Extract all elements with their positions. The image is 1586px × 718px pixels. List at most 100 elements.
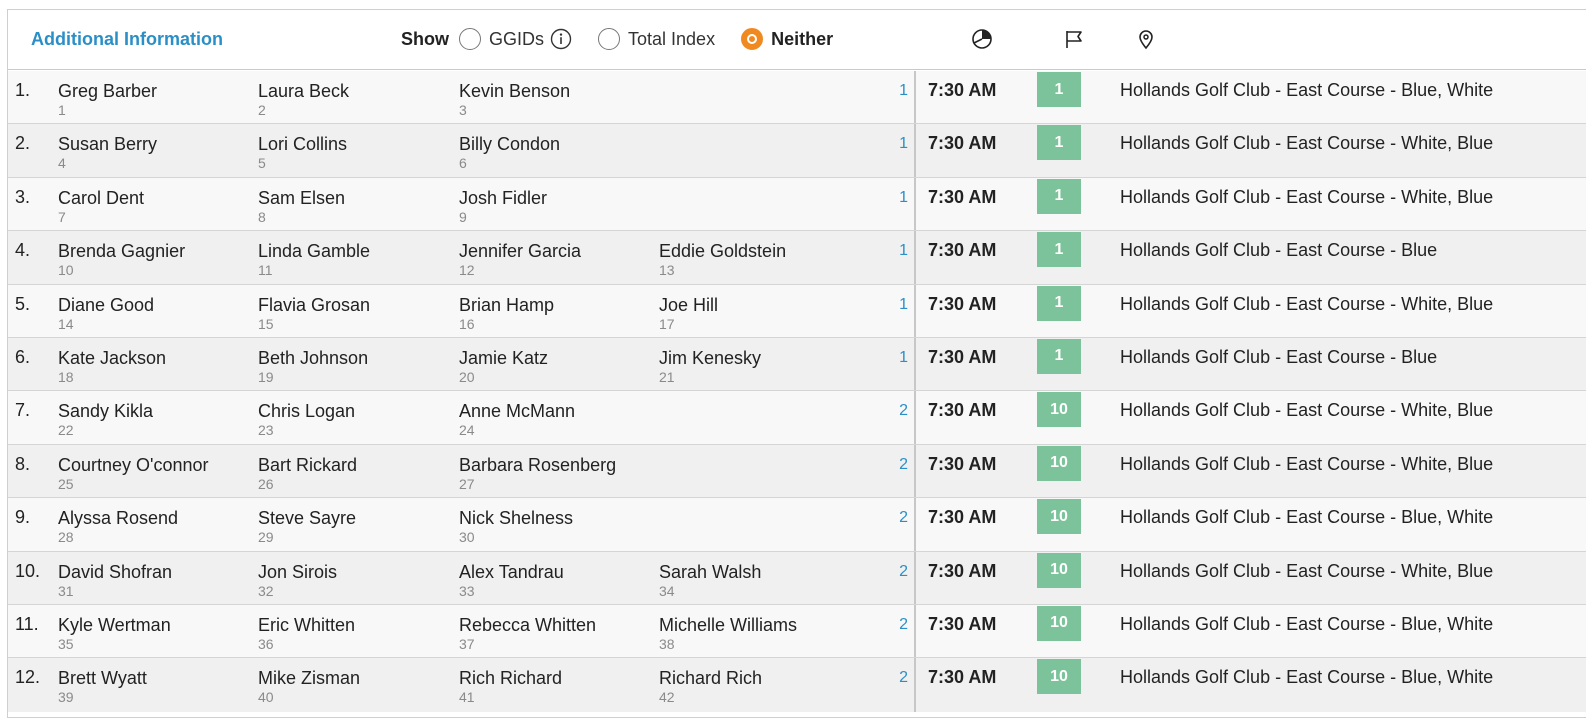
player-cell[interactable]: Alex Tandrau 33 — [459, 561, 564, 599]
player-cell[interactable]: Sam Elsen 8 — [258, 187, 345, 225]
player-cell[interactable]: Alyssa Rosend 28 — [58, 507, 178, 545]
tee-time: 7:30 AM — [928, 507, 997, 528]
player-cell[interactable]: Diane Good 14 — [58, 294, 154, 332]
column-divider — [914, 231, 916, 284]
group-number: 12. — [15, 667, 41, 688]
round-link[interactable]: 2 — [894, 616, 908, 634]
player-cell[interactable]: Brian Hamp 16 — [459, 294, 554, 332]
player-cell[interactable]: Joe Hill 17 — [659, 294, 718, 332]
player-cell[interactable]: Brett Wyatt 39 — [58, 667, 147, 705]
table-row[interactable]: 9. Alyssa Rosend 28 Steve Sayre 29 Nick Sheln… — [8, 498, 1586, 552]
player-number: 15 — [258, 315, 274, 332]
table-row[interactable]: 7. Sandy Kikla 22 Chris Logan 23 Anne McMann 2… — [8, 391, 1586, 445]
player-cell[interactable]: Michelle Williams 38 — [659, 614, 797, 652]
player-name: Billy Condon — [459, 134, 561, 155]
round-link[interactable]: 1 — [894, 82, 908, 100]
radio-ggids[interactable] — [459, 28, 481, 50]
radio-option-total-index[interactable]: Total Index — [598, 28, 715, 50]
additional-information-link[interactable]: Additional Information — [31, 29, 223, 50]
round-link[interactable]: 2 — [894, 456, 908, 474]
info-icon[interactable] — [550, 28, 572, 50]
player-name: Diane Good — [58, 294, 155, 315]
player-cell[interactable]: Jon Sirois 32 — [258, 561, 337, 599]
course-tees: Hollands Golf Club - East Course - White… — [1120, 400, 1494, 421]
map-pin-icon[interactable] — [1134, 27, 1158, 51]
player-number: 42 — [659, 689, 675, 706]
player-cell[interactable]: Kyle Wertman 35 — [58, 614, 171, 652]
table-row[interactable]: 4. Brenda Gagnier 10 Linda Gamble 11 Jennifer… — [8, 231, 1586, 285]
player-cell[interactable]: Jim Kenesky 21 — [659, 347, 761, 385]
round-link[interactable]: 1 — [894, 296, 908, 314]
player-cell[interactable]: Eric Whitten 36 — [258, 614, 355, 652]
player-cell[interactable]: Steve Sayre 29 — [258, 507, 356, 545]
table-row[interactable]: 11. Kyle Wertman 35 Eric Whitten 36 Rebecca W… — [8, 604, 1586, 659]
player-name: Chris Logan — [258, 401, 356, 422]
player-cell[interactable]: Lori Collins 5 — [258, 133, 347, 171]
player-cell[interactable]: Jennifer Garcia 12 — [459, 240, 581, 278]
round-link[interactable]: 2 — [894, 509, 908, 527]
player-cell[interactable]: Brenda Gagnier 10 — [58, 240, 185, 278]
radio-option-neither[interactable]: Neither — [741, 28, 833, 50]
player-cell[interactable]: Barbara Rosenberg 27 — [459, 454, 616, 492]
round-link[interactable]: 1 — [894, 242, 908, 260]
player-name: David Shofran — [58, 561, 173, 582]
round-link[interactable]: 2 — [894, 669, 908, 687]
flag-icon[interactable] — [1062, 27, 1086, 51]
tee-time: 7:30 AM — [928, 667, 997, 688]
player-cell[interactable]: Jamie Katz 20 — [459, 347, 548, 385]
player-name: Sam Elsen — [258, 187, 346, 208]
player-cell[interactable]: Mike Zisman 40 — [258, 667, 360, 705]
player-cell[interactable]: Richard Rich 42 — [659, 667, 762, 705]
player-cell[interactable]: Courtney O'connor 25 — [58, 454, 209, 492]
radio-neither[interactable] — [741, 28, 764, 50]
table-row[interactable]: 2. Susan Berry 4 Lori Collins 5 Billy Condon 6… — [8, 124, 1586, 178]
player-cell[interactable]: Nick Shelness 30 — [459, 507, 573, 545]
table-row[interactable]: 6. Kate Jackson 18 Beth Johnson 19 Jamie Katz… — [8, 337, 1586, 392]
player-cell[interactable]: Rebecca Whitten 37 — [459, 614, 596, 652]
player-cell[interactable]: Greg Barber 1 — [58, 80, 157, 118]
round-link[interactable]: 2 — [894, 402, 908, 420]
table-row[interactable]: 10. David Shofran 31 Jon Sirois 32 Alex Tandr… — [8, 551, 1586, 605]
player-name: Lori Collins — [258, 134, 348, 155]
radio-total-index[interactable] — [598, 28, 621, 50]
group-number: 5. — [15, 293, 31, 314]
player-cell[interactable]: Billy Condon 6 — [459, 133, 560, 171]
player-name: Bart Rickard — [258, 454, 358, 475]
player-cell[interactable]: Beth Johnson 19 — [258, 347, 368, 385]
player-cell[interactable]: Eddie Goldstein 13 — [659, 240, 786, 278]
player-cell[interactable]: Rich Richard 41 — [459, 667, 562, 705]
player-cell[interactable]: Sarah Walsh 34 — [659, 561, 761, 599]
player-cell[interactable]: Anne McMann 24 — [459, 400, 575, 438]
pie-chart-icon[interactable] — [970, 27, 994, 51]
player-cell[interactable]: Kevin Benson 3 — [459, 80, 570, 118]
round-link[interactable]: 1 — [894, 349, 908, 367]
player-cell[interactable]: Linda Gamble 11 — [258, 240, 370, 278]
round-link[interactable]: 1 — [894, 135, 908, 153]
player-number: 29 — [258, 529, 274, 546]
radio-neither-label: Neither — [771, 28, 834, 49]
player-cell[interactable]: Bart Rickard 26 — [258, 454, 357, 492]
radio-option-ggids[interactable]: GGIDs — [459, 28, 572, 50]
player-cell[interactable]: Sandy Kikla 22 — [58, 400, 153, 438]
table-row[interactable]: 12. Brett Wyatt 39 Mike Zisman 40 Rich Richar… — [8, 658, 1586, 712]
course-tees: Hollands Golf Club - East Course - Blue,… — [1120, 507, 1494, 528]
round-link[interactable]: 1 — [894, 189, 908, 207]
player-cell[interactable]: Carol Dent 7 — [58, 187, 144, 225]
player-name: Eric Whitten — [258, 614, 356, 635]
player-cell[interactable]: Kate Jackson 18 — [58, 347, 166, 385]
player-cell[interactable]: Chris Logan 23 — [258, 400, 355, 438]
group-number: 8. — [15, 453, 31, 474]
table-row[interactable]: 5. Diane Good 14 Flavia Grosan 15 Brian Hamp 1… — [8, 284, 1586, 338]
table-row[interactable]: 3. Carol Dent 7 Sam Elsen 8 Josh Fidler 9 1 7:30… — [8, 177, 1586, 232]
course-tees: Hollands Golf Club - East Course - Blue,… — [1120, 80, 1494, 100]
player-number: 38 — [659, 635, 675, 652]
player-cell[interactable]: Flavia Grosan 15 — [258, 294, 370, 332]
round-link[interactable]: 2 — [894, 563, 908, 581]
table-row[interactable]: 8. Courtney O'connor 25 Bart Rickard 26 Barba… — [8, 444, 1586, 499]
player-name: Joe Hill — [659, 294, 719, 315]
player-cell[interactable]: Laura Beck 2 — [258, 80, 349, 118]
player-cell[interactable]: Susan Berry 4 — [58, 133, 157, 171]
player-cell[interactable]: David Shofran 31 — [58, 561, 172, 599]
table-row[interactable]: 1. Greg Barber 1 Laura Beck 2 Kevin Benson 3 1 7… — [8, 71, 1586, 125]
player-cell[interactable]: Josh Fidler 9 — [459, 187, 547, 225]
